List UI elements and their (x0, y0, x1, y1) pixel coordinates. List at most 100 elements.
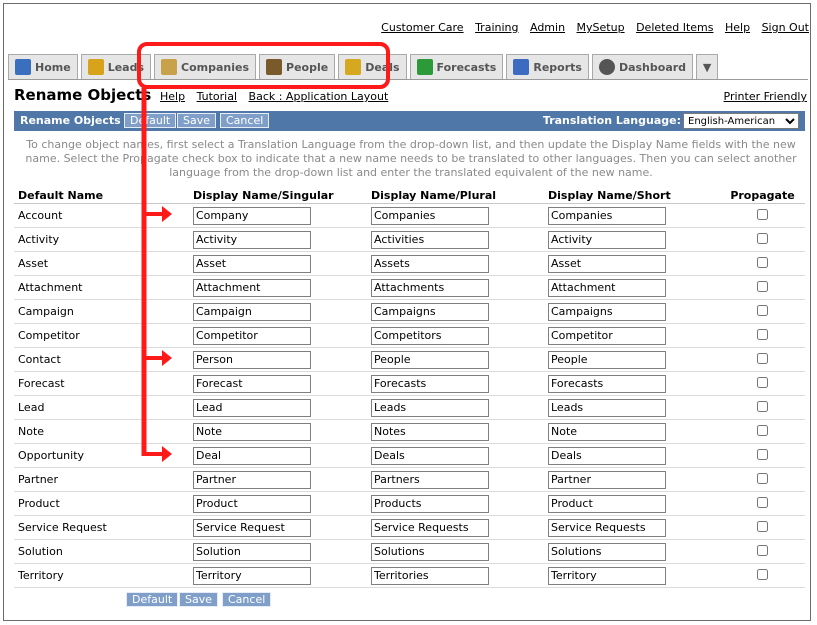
table-row: Contact (14, 347, 805, 372)
propagate-checkbox[interactable] (757, 208, 768, 220)
singular-name-input[interactable] (193, 470, 311, 489)
tab-home[interactable]: Home (8, 54, 78, 79)
plural-name-input[interactable] (371, 302, 489, 321)
singular-name-input[interactable] (193, 398, 311, 417)
propagate-checkbox[interactable] (757, 376, 768, 388)
tab-forecasts[interactable]: Forecasts (409, 54, 504, 79)
training-link[interactable]: Training (475, 21, 518, 34)
singular-name-input[interactable] (193, 230, 311, 249)
back-application-layout-link[interactable]: Back : Application Layout (249, 90, 389, 103)
propagate-checkbox[interactable] (757, 472, 768, 484)
display-name-cell (189, 563, 367, 588)
singular-name-input[interactable] (193, 374, 311, 393)
save-button-bottom[interactable]: Save (179, 592, 219, 607)
mysetup-link[interactable]: MySetup (577, 21, 625, 34)
singular-name-input[interactable] (193, 518, 311, 537)
plural-name-input[interactable] (371, 350, 489, 369)
cancel-button[interactable]: Cancel (220, 113, 270, 128)
short-name-input[interactable] (548, 350, 666, 369)
tutorial-link[interactable]: Tutorial (197, 90, 237, 103)
plural-name-input[interactable] (371, 230, 489, 249)
plural-name-input[interactable] (371, 278, 489, 297)
propagate-cell (720, 491, 805, 516)
display-name-cell (544, 395, 720, 420)
propagate-checkbox[interactable] (757, 448, 768, 460)
short-name-input[interactable] (548, 494, 666, 513)
singular-name-input[interactable] (193, 278, 311, 297)
short-name-input[interactable] (548, 470, 666, 489)
singular-name-input[interactable] (193, 326, 311, 345)
printer-friendly-link[interactable]: Printer Friendly (724, 90, 807, 103)
plural-name-input[interactable] (371, 398, 489, 417)
short-name-input[interactable] (548, 422, 666, 441)
short-name-input[interactable] (548, 446, 666, 465)
column-header: Propagate (720, 187, 805, 204)
singular-name-input[interactable] (193, 422, 311, 441)
plural-name-input[interactable] (371, 254, 489, 273)
propagate-checkbox[interactable] (757, 280, 768, 292)
singular-name-input[interactable] (193, 254, 311, 273)
short-name-input[interactable] (548, 566, 666, 585)
plural-name-input[interactable] (371, 542, 489, 561)
translation-language-select[interactable]: English-American (683, 113, 799, 129)
short-name-input[interactable] (548, 374, 666, 393)
plural-name-input[interactable] (371, 518, 489, 537)
default-name-cell: Attachment (14, 275, 189, 300)
page-help-link[interactable]: Help (160, 90, 185, 103)
plural-name-input[interactable] (371, 470, 489, 489)
singular-name-input[interactable] (193, 206, 311, 225)
customer-care-link[interactable]: Customer Care (381, 21, 463, 34)
short-name-input[interactable] (548, 278, 666, 297)
short-name-input[interactable] (548, 398, 666, 417)
default-name-cell: Forecast (14, 371, 189, 396)
short-name-input[interactable] (548, 206, 666, 225)
plural-name-input[interactable] (371, 566, 489, 585)
default-button-bottom[interactable]: Default (126, 592, 179, 607)
short-name-input[interactable] (548, 302, 666, 321)
propagate-checkbox[interactable] (757, 400, 768, 412)
propagate-checkbox[interactable] (757, 568, 768, 580)
propagate-checkbox[interactable] (757, 328, 768, 340)
display-name-cell (189, 251, 367, 276)
short-name-input[interactable] (548, 542, 666, 561)
admin-link[interactable]: Admin (530, 21, 565, 34)
plural-name-input[interactable] (371, 326, 489, 345)
save-button[interactable]: Save (177, 113, 217, 128)
propagate-checkbox[interactable] (757, 544, 768, 556)
propagate-checkbox[interactable] (757, 352, 768, 364)
propagate-checkbox[interactable] (757, 496, 768, 508)
plural-name-input[interactable] (371, 494, 489, 513)
propagate-checkbox[interactable] (757, 520, 768, 532)
tab-dashboard[interactable]: Dashboard (591, 54, 694, 79)
singular-name-input[interactable] (193, 542, 311, 561)
singular-name-input[interactable] (193, 566, 311, 585)
tab-more-dropdown[interactable]: ▼ (696, 54, 719, 79)
default-button[interactable]: Default (124, 113, 177, 128)
sign-out-link[interactable]: Sign Out (762, 21, 809, 34)
singular-name-input[interactable] (193, 302, 311, 321)
propagate-checkbox[interactable] (757, 256, 768, 268)
plural-name-input[interactable] (371, 374, 489, 393)
singular-name-input[interactable] (193, 446, 311, 465)
propagate-checkbox[interactable] (757, 304, 768, 316)
propagate-checkbox[interactable] (757, 424, 768, 436)
display-name-cell (189, 395, 367, 420)
singular-name-input[interactable] (193, 350, 311, 369)
singular-name-input[interactable] (193, 494, 311, 513)
display-name-cell (189, 491, 367, 516)
plural-name-input[interactable] (371, 206, 489, 225)
help-link[interactable]: Help (725, 21, 750, 34)
display-name-cell (544, 323, 720, 348)
propagate-checkbox[interactable] (757, 232, 768, 244)
short-name-input[interactable] (548, 518, 666, 537)
tab-reports[interactable]: Reports (506, 54, 589, 79)
display-name-cell (544, 419, 720, 444)
deleted-items-link[interactable]: Deleted Items (636, 21, 713, 34)
short-name-input[interactable] (548, 326, 666, 345)
short-name-input[interactable] (548, 254, 666, 273)
short-name-input[interactable] (548, 230, 666, 249)
tab-highlight-box (137, 42, 390, 89)
plural-name-input[interactable] (371, 422, 489, 441)
cancel-button-bottom[interactable]: Cancel (222, 592, 272, 607)
plural-name-input[interactable] (371, 446, 489, 465)
